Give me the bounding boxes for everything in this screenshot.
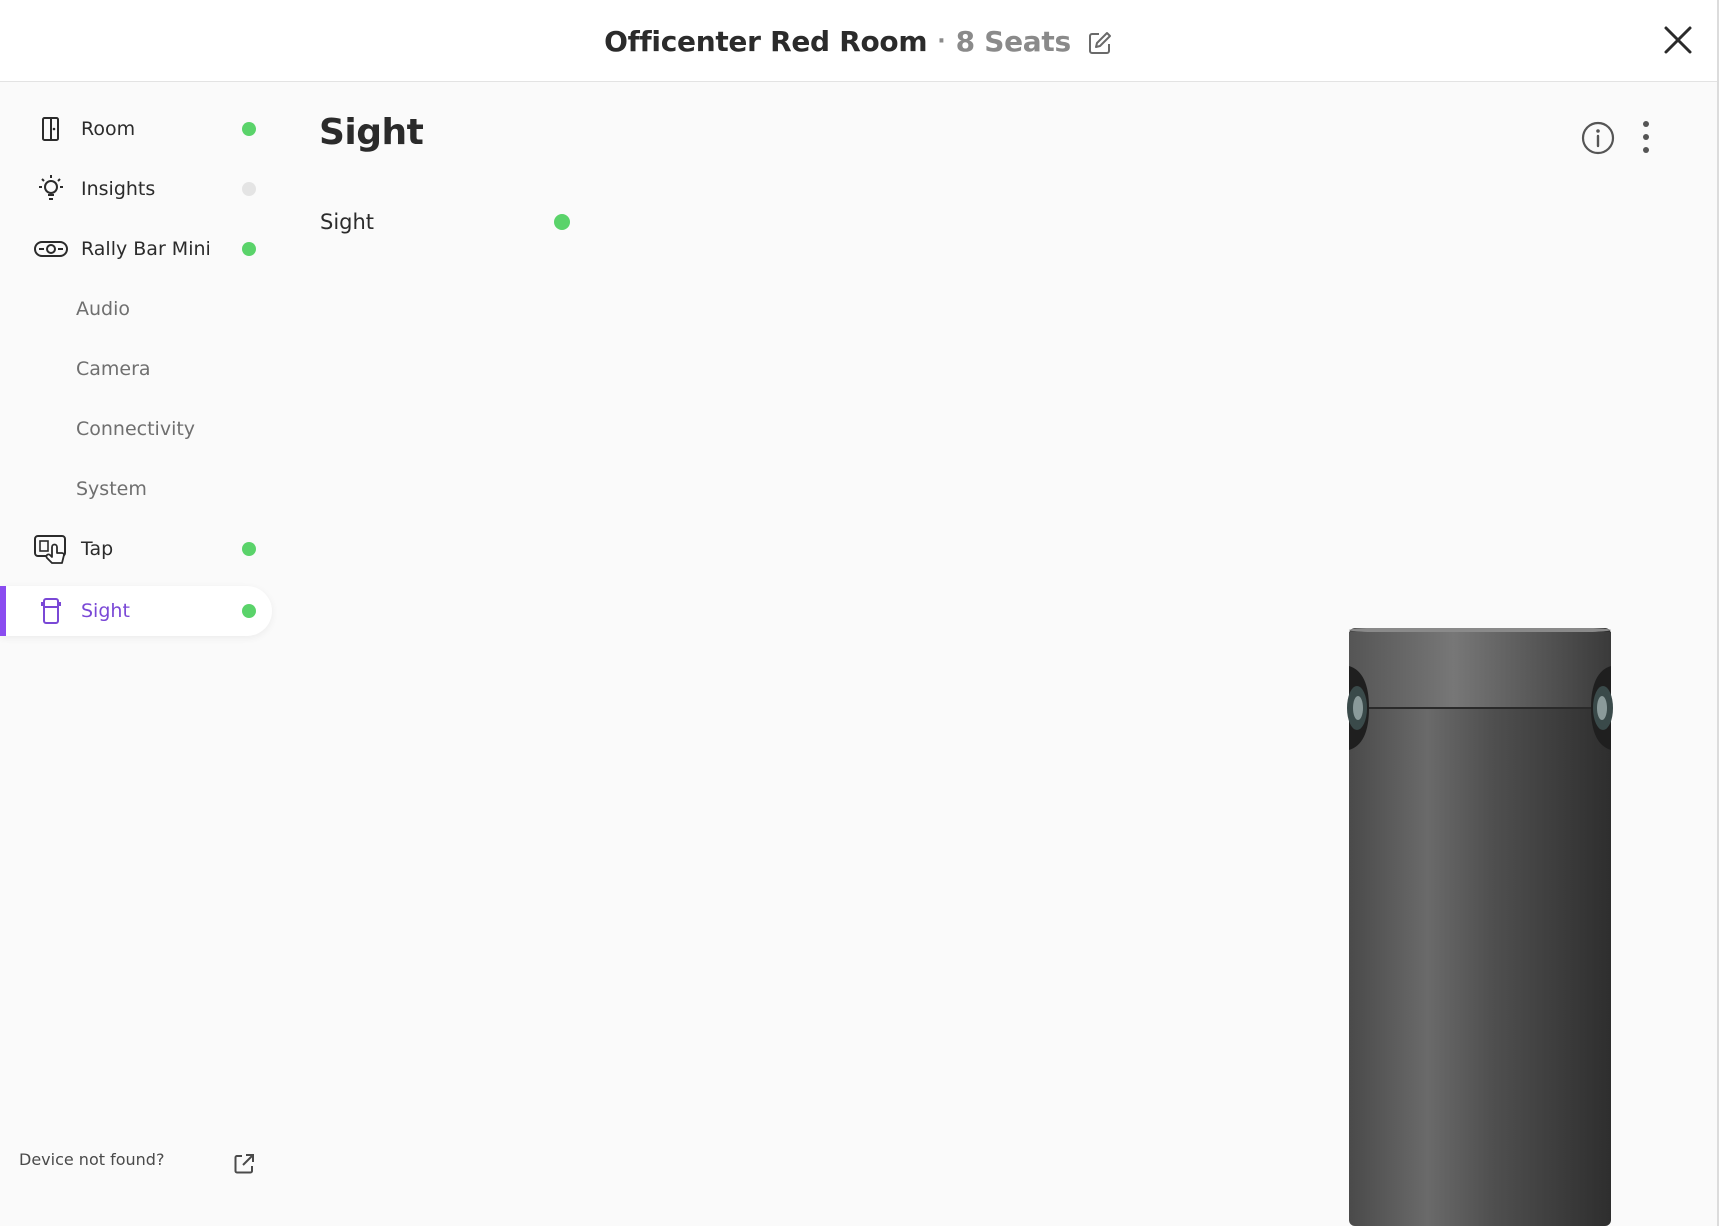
room-name: Officenter Red Room (604, 24, 928, 58)
sidebar-item-insights[interactable]: Insights (0, 164, 272, 214)
sidebar: Room Insights Rally Bar Mini Audio Camer… (0, 82, 275, 1226)
sidebar-item-label: Insights (81, 178, 156, 200)
sidebar-item-tap[interactable]: Tap (0, 524, 272, 574)
sidebar-subitem-label: System (76, 478, 147, 500)
sidebar-subitem-label: Camera (76, 358, 151, 380)
more-options-icon[interactable] (1636, 118, 1656, 158)
sidebar-item-rally-bar-mini[interactable]: Rally Bar Mini (0, 224, 272, 274)
lightbulb-icon (33, 173, 69, 205)
sidebar-item-label: Rally Bar Mini (81, 238, 211, 260)
room-device-window: Officenter Red Room · 8 Seats Room Insig… (0, 0, 1719, 1226)
active-indicator (0, 586, 6, 636)
close-icon[interactable] (1658, 20, 1698, 60)
page-title: Sight (319, 112, 424, 153)
device-row-sight[interactable]: Sight (320, 204, 580, 240)
seat-count: 8 Seats (955, 24, 1072, 58)
sidebar-subitem-label: Audio (76, 298, 131, 320)
device-label: Sight (320, 210, 375, 234)
sidebar-subitem-label: Connectivity (76, 418, 196, 440)
device-not-found-link[interactable]: Device not found? (19, 1150, 164, 1169)
sidebar-subitem-connectivity[interactable]: Connectivity (0, 406, 272, 452)
sight-camera-icon (33, 595, 69, 627)
sidebar-item-room[interactable]: Room (0, 104, 272, 154)
external-link-icon[interactable] (232, 1152, 256, 1176)
header: Officenter Red Room · 8 Seats (0, 0, 1717, 82)
status-dot-inactive (242, 182, 256, 196)
status-dot-online (242, 604, 256, 618)
status-dot-online (242, 242, 256, 256)
sidebar-item-label: Room (81, 118, 136, 140)
sight-device-image (1347, 628, 1613, 1226)
sidebar-item-sight[interactable]: Sight (0, 586, 272, 636)
touch-panel-icon (33, 533, 69, 565)
sidebar-item-label: Sight (81, 600, 130, 622)
title-separator: · (937, 28, 946, 54)
sidebar-subitem-audio[interactable]: Audio (0, 286, 272, 332)
sidebar-subitem-camera[interactable]: Camera (0, 346, 272, 392)
door-icon (33, 113, 69, 145)
sidebar-item-label: Tap (81, 538, 114, 560)
status-dot-online (242, 122, 256, 136)
edit-icon[interactable] (1087, 30, 1113, 56)
room-title: Officenter Red Room · 8 Seats (0, 0, 1717, 82)
status-dot-online (242, 542, 256, 556)
status-dot-online (554, 214, 570, 230)
info-icon[interactable] (1580, 120, 1616, 156)
sidebar-subitem-system[interactable]: System (0, 466, 272, 512)
rally-bar-icon (33, 233, 69, 265)
